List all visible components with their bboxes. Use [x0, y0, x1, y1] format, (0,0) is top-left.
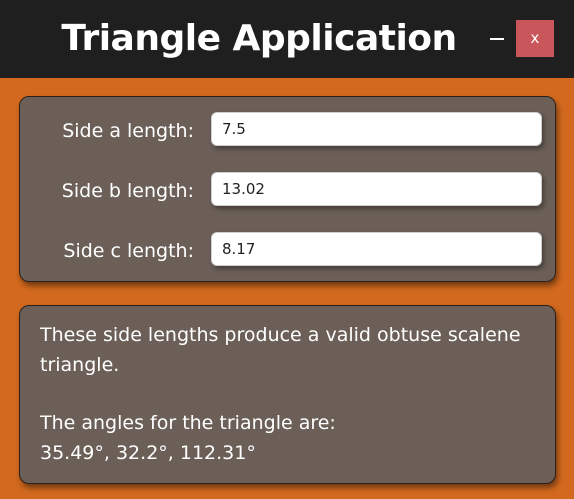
side-a-label: Side a length: — [62, 120, 194, 142]
side-b-input[interactable] — [211, 172, 542, 206]
side-c-input[interactable] — [211, 232, 542, 266]
angles-values: 35.49°, 32.2°, 112.31° — [40, 442, 256, 464]
result-text: These side lengths produce a valid obtus… — [40, 320, 540, 468]
app-title: Triangle Application — [61, 18, 457, 59]
result-panel: These side lengths produce a valid obtus… — [19, 305, 556, 484]
side-b-label: Side b length: — [61, 180, 194, 202]
validity-message: These side lengths produce a valid obtus… — [40, 324, 521, 376]
side-a-row: Side a length: — [20, 112, 555, 150]
side-b-row: Side b length: — [20, 172, 555, 210]
side-c-row: Side c length: — [20, 232, 555, 270]
minimize-button[interactable] — [488, 24, 506, 54]
close-button[interactable]: x — [516, 20, 554, 57]
side-a-input[interactable] — [211, 112, 542, 146]
title-bar: Triangle Application x — [0, 0, 574, 78]
side-c-label: Side c length: — [63, 240, 194, 262]
side-lengths-panel: Side a length: Side b length: Side c len… — [19, 96, 556, 282]
angles-heading: The angles for the triangle are: — [40, 412, 336, 434]
minimize-icon — [490, 38, 504, 40]
